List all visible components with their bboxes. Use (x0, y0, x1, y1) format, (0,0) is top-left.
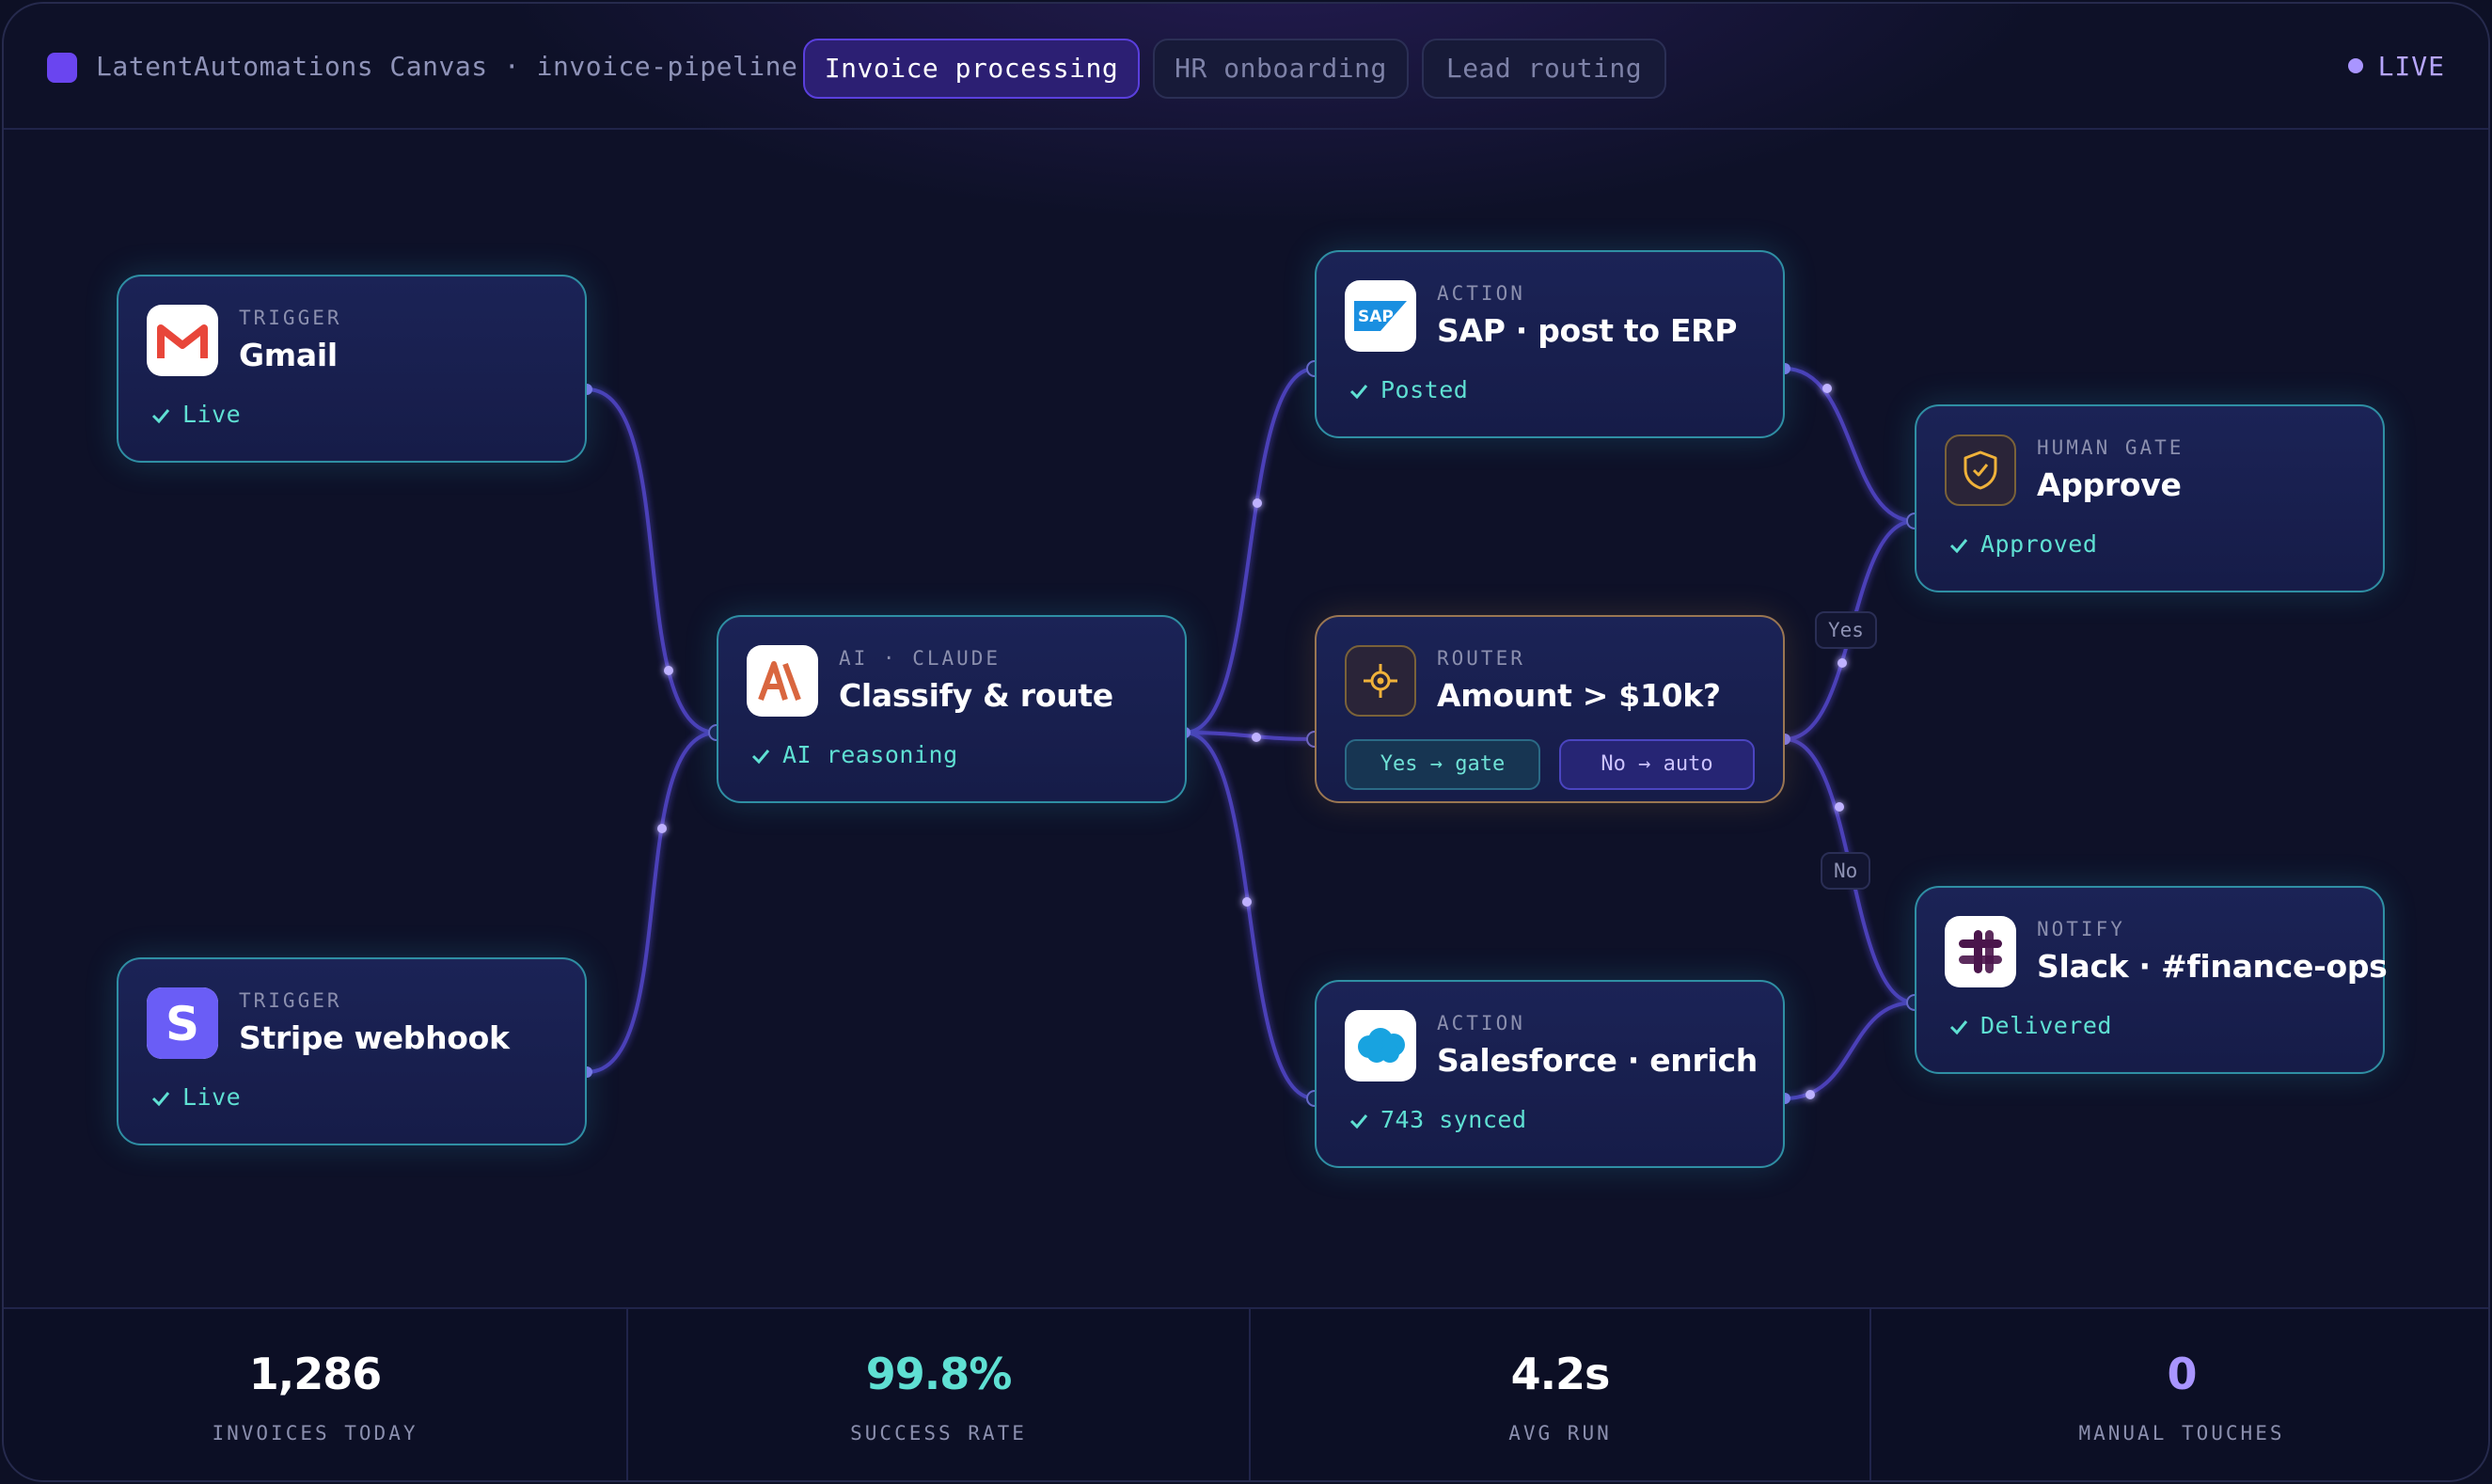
node-claude-classify[interactable]: AI · CLAUDE Classify & route AI reasonin… (717, 615, 1187, 803)
edge-stripe-claude (586, 731, 718, 1074)
stat-manual-touches: 0 MANUAL TOUCHES (1869, 1309, 2488, 1480)
edge-pulse (657, 824, 667, 833)
live-indicator: LIVE (2347, 51, 2445, 82)
svg-text:S: S (166, 997, 199, 1051)
check-icon (151, 1092, 170, 1107)
tab-lead-routing[interactable]: Lead routing (1422, 39, 1666, 99)
stat-value: 1,286 (248, 1349, 383, 1399)
live-dot-icon (2347, 58, 2363, 73)
edge-claude-salesforce (1184, 731, 1316, 1100)
svg-text:SAP: SAP (1358, 308, 1394, 326)
node-gmail-trigger[interactable]: TRIGGER Gmail Live (117, 275, 587, 463)
node-slack-notify[interactable]: NOTIFY Slack · #finance-ops Delivered (1915, 886, 2388, 1074)
check-icon (751, 750, 770, 765)
brand-logo (47, 53, 77, 83)
check-icon (1949, 539, 1968, 554)
crosshair-icon (1345, 645, 1416, 717)
node-title: SAP · post to ERP (1437, 312, 1738, 349)
stat-invoices-today: 1,286 INVOICES TODAY (4, 1309, 626, 1480)
check-icon (1349, 385, 1368, 400)
node-kicker: HUMAN GATE (2037, 436, 2184, 459)
stats-bar: 1,286 INVOICES TODAY 99.8% SUCCESS RATE … (4, 1307, 2488, 1480)
node-status: Live (150, 401, 241, 428)
edge-label-no: No (1821, 852, 1871, 890)
edge-pulse (1822, 384, 1832, 393)
tab-invoice-processing[interactable]: Invoice processing (803, 39, 1140, 99)
anthropic-icon (747, 645, 818, 717)
node-human-approve[interactable]: HUMAN GATE Approve Approved (1915, 404, 2385, 592)
node-status-label: 743 synced (1380, 1106, 1527, 1133)
node-status: Delivered (1948, 1012, 2112, 1039)
node-status: 743 synced (1349, 1106, 1527, 1133)
edge-claude-router (1184, 731, 1316, 741)
node-title: Slack · #finance-ops (2037, 948, 2388, 985)
stat-value: 0 (2167, 1349, 2197, 1399)
node-amount-router[interactable]: ROUTER Amount > $10k? Yes → gate No → au… (1315, 615, 1785, 803)
sap-icon: SAP (1345, 280, 1416, 352)
node-title: Classify & route (839, 677, 1113, 714)
node-title: Approve (2037, 466, 2182, 503)
node-kicker: ROUTER (1437, 647, 1525, 670)
check-icon (151, 409, 170, 424)
shield-check-icon (1945, 434, 2016, 506)
node-kicker: ACTION (1437, 1012, 1525, 1034)
workflow-canvas[interactable]: TRIGGER Gmail Live S TRIGGER Stripe webh… (4, 130, 2488, 1307)
edge-gmail-claude (586, 387, 718, 734)
edge-pulse (1242, 897, 1252, 907)
stat-label: AVG RUN (1508, 1422, 1612, 1445)
edge-pulse (1252, 733, 1261, 742)
node-salesforce-action[interactable]: ACTION Salesforce · enrich 743 synced (1315, 980, 1785, 1168)
stat-label: SUCCESS RATE (850, 1422, 1027, 1445)
stat-label: MANUAL TOUCHES (2078, 1422, 2285, 1445)
tab-hr-onboarding[interactable]: HR onboarding (1153, 39, 1409, 99)
node-status-label: Posted (1380, 376, 1469, 403)
node-status-label: Live (182, 1083, 242, 1111)
node-status: Approved (1948, 530, 2097, 558)
edge-salesforce-slack (1784, 1001, 1916, 1100)
router-chip-no[interactable]: No → auto (1559, 739, 1755, 790)
node-kicker: ACTION (1437, 282, 1525, 305)
workspace-title: LatentAutomations Canvas · invoice-pipel… (96, 51, 798, 82)
node-status-label: Approved (1980, 530, 2098, 558)
stat-label: INVOICES TODAY (212, 1422, 418, 1445)
check-icon (1349, 1114, 1368, 1129)
node-kicker: NOTIFY (2037, 918, 2125, 940)
edge-pulse (664, 666, 673, 675)
node-status-label: AI reasoning (782, 741, 958, 768)
node-sap-action[interactable]: SAP ACTION SAP · post to ERP Posted (1315, 250, 1785, 438)
node-title: Stripe webhook (239, 1019, 510, 1056)
salesforce-icon (1345, 1010, 1416, 1081)
edge-claude-sap (1184, 367, 1316, 734)
top-bar: LatentAutomations Canvas · invoice-pipel… (4, 4, 2488, 130)
stat-success-rate: 99.8% SUCCESS RATE (626, 1309, 1249, 1480)
slack-icon (1945, 916, 2016, 987)
gmail-icon (147, 305, 218, 376)
edge-pulse (1253, 498, 1262, 508)
node-status: AI reasoning (750, 741, 958, 768)
edge-pulse (1806, 1090, 1815, 1099)
live-label: LIVE (2377, 51, 2445, 82)
node-status: Live (150, 1083, 241, 1111)
stat-value: 4.2s (1510, 1349, 1611, 1399)
node-title: Gmail (239, 337, 338, 373)
edge-label-yes: Yes (1815, 611, 1877, 649)
node-kicker: AI · CLAUDE (839, 647, 1002, 670)
node-kicker: TRIGGER (239, 307, 342, 329)
node-kicker: TRIGGER (239, 989, 342, 1012)
node-title: Salesforce · enrich (1437, 1042, 1758, 1079)
app-window: LatentAutomations Canvas · invoice-pipel… (2, 2, 2490, 1482)
stripe-icon: S (147, 987, 218, 1059)
node-status: Posted (1349, 376, 1468, 403)
edge-sap-approve (1784, 367, 1916, 523)
node-title: Amount > $10k? (1437, 677, 1721, 714)
stat-value: 99.8% (865, 1349, 1013, 1399)
check-icon (1949, 1020, 1968, 1035)
node-status-label: Delivered (1980, 1012, 2112, 1039)
edge-pulse (1835, 802, 1844, 812)
edge-pulse (1837, 658, 1847, 668)
node-status-label: Live (182, 401, 242, 428)
stat-avg-run: 4.2s AVG RUN (1249, 1309, 1869, 1480)
node-stripe-trigger[interactable]: S TRIGGER Stripe webhook Live (117, 957, 587, 1145)
router-chip-yes[interactable]: Yes → gate (1345, 739, 1540, 790)
